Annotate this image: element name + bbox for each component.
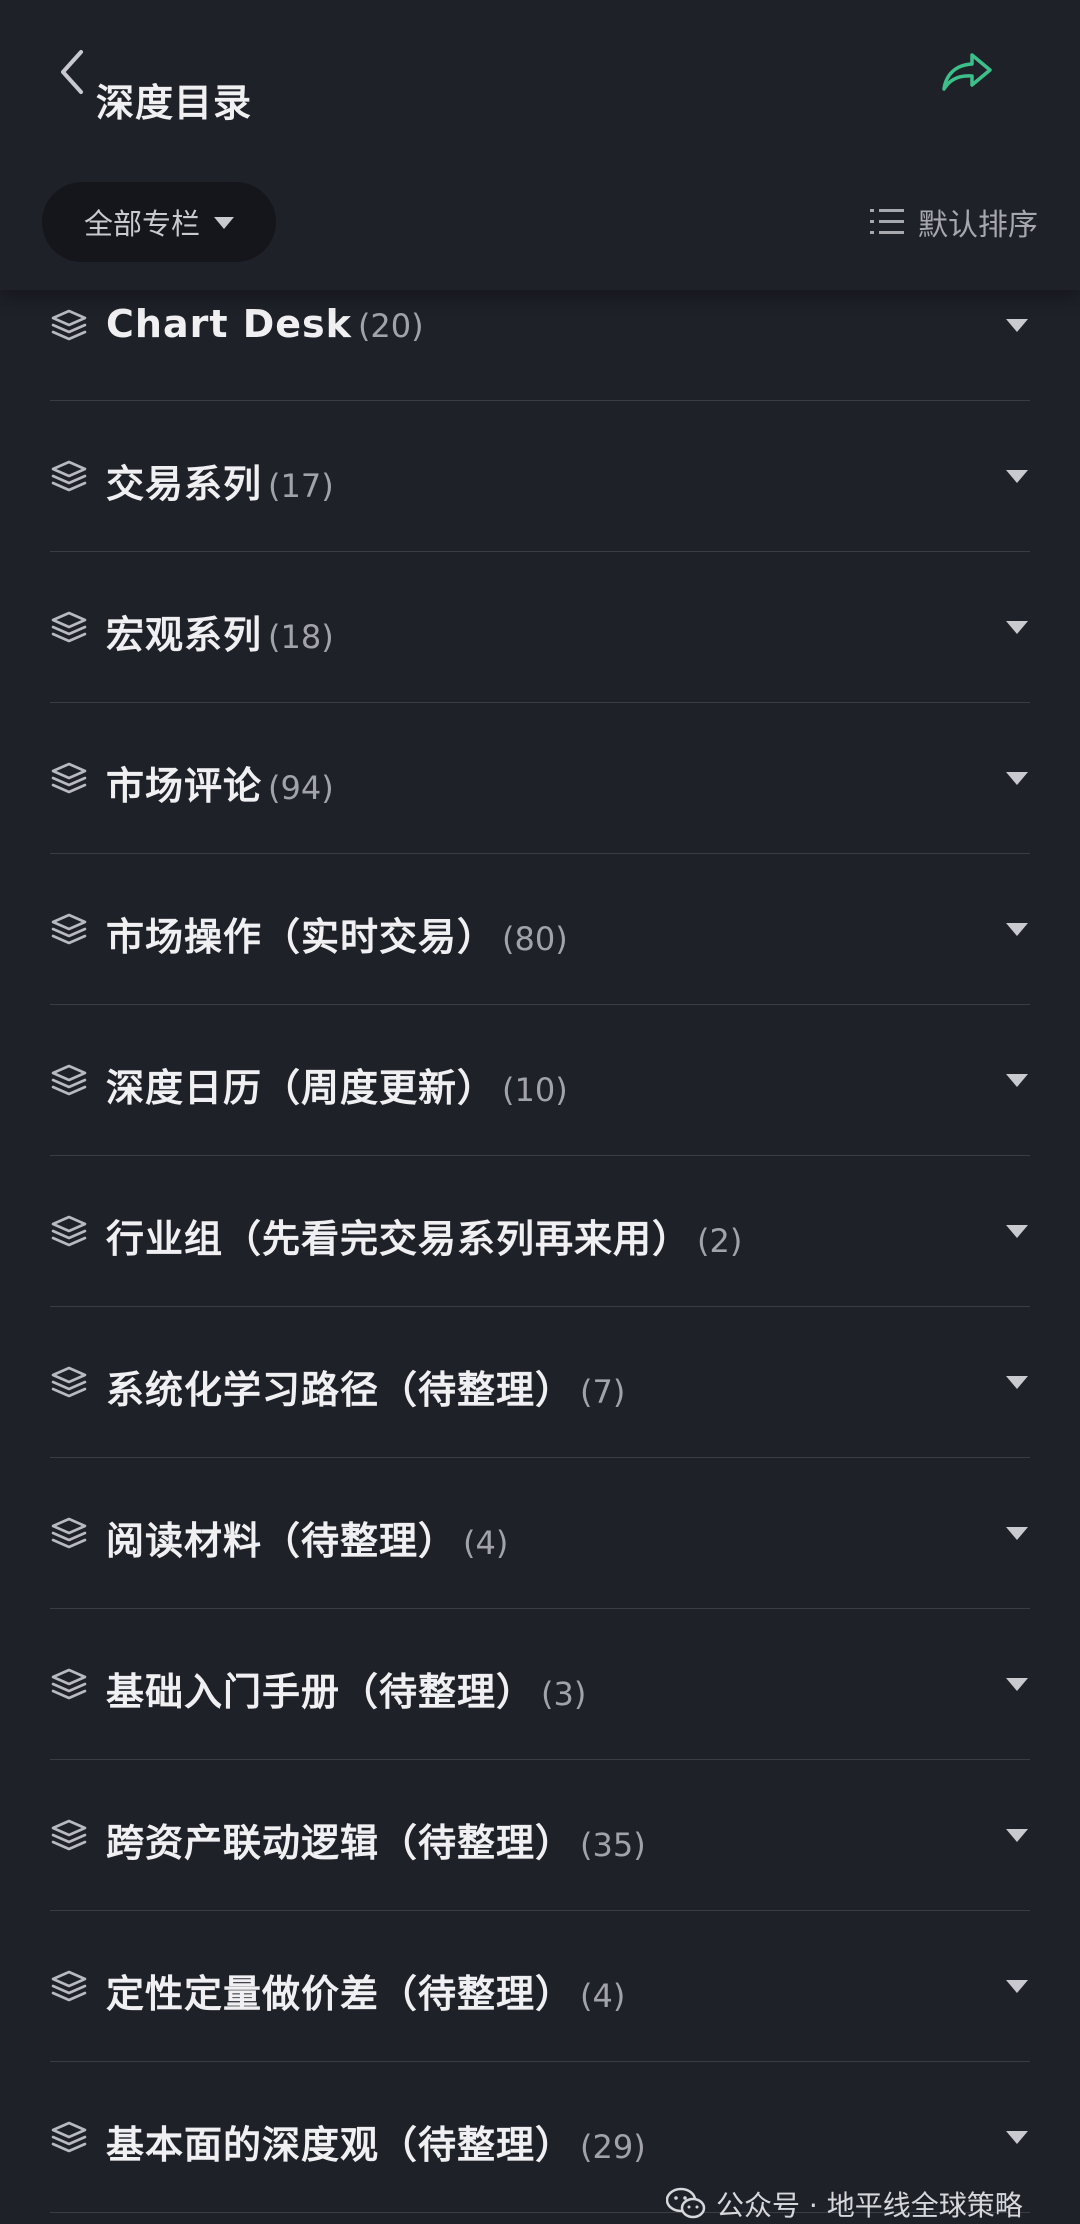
list-item-title: 系统化学习路径（待整理） (7) bbox=[106, 1359, 625, 1414]
expand-caret-icon[interactable] bbox=[1006, 1678, 1028, 1691]
layers-icon bbox=[51, 1668, 87, 1700]
expand-caret-icon[interactable] bbox=[1006, 2131, 1028, 2144]
list-item[interactable]: 市场评论 (94) bbox=[0, 703, 1080, 854]
watermark-text: 公众号 · 地平线全球策略 bbox=[716, 2189, 1023, 2222]
list-item-count: (7) bbox=[580, 1373, 626, 1411]
wechat-icon bbox=[666, 2187, 706, 2219]
layers-icon bbox=[51, 1819, 87, 1851]
share-arrow-icon bbox=[942, 53, 992, 91]
chevron-left-icon bbox=[61, 50, 83, 94]
list-item[interactable]: 阅读材料（待整理） (4) bbox=[0, 1458, 1080, 1609]
list-item-label: 定性定量做价差（待整理） bbox=[106, 1972, 575, 2016]
list-item-count: (94) bbox=[268, 769, 334, 807]
expand-caret-icon[interactable] bbox=[1006, 1829, 1028, 1842]
column-filter-dropdown[interactable]: 全部专栏 bbox=[42, 182, 276, 262]
watermark: 公众号 · 地平线全球策略 bbox=[666, 2184, 1023, 2224]
list-item-count: (4) bbox=[463, 1524, 509, 1562]
list-sort-icon bbox=[870, 209, 904, 234]
list-item-count: (2) bbox=[697, 1222, 743, 1260]
list-item-count: (17) bbox=[268, 467, 334, 505]
expand-caret-icon[interactable] bbox=[1006, 1225, 1028, 1238]
list-item[interactable]: 系统化学习路径（待整理） (7) bbox=[0, 1307, 1080, 1458]
layers-icon bbox=[51, 1366, 87, 1398]
list-item-count: (35) bbox=[580, 1826, 646, 1864]
list-item[interactable]: 交易系列 (17) bbox=[0, 401, 1080, 552]
filter-label: 全部专栏 bbox=[83, 207, 200, 241]
list-item[interactable]: 深度日历（周度更新） (10) bbox=[0, 1005, 1080, 1156]
layers-icon bbox=[51, 1064, 87, 1096]
list-item-title: 市场操作（实时交易） (80) bbox=[106, 906, 568, 961]
list-item-label: 行业组（先看完交易系列再来用） bbox=[106, 1217, 692, 1261]
page-title: 深度目录 bbox=[96, 81, 253, 125]
top-bar: 深度目录 全部专栏 默认排序 bbox=[0, 0, 1080, 290]
list-item-title: 基础入门手册（待整理） (3) bbox=[106, 1661, 586, 1716]
list-item[interactable]: 市场操作（实时交易） (80) bbox=[0, 854, 1080, 1005]
list-item-count: (29) bbox=[580, 2128, 646, 2166]
list-item-title: 跨资产联动逻辑（待整理） (35) bbox=[106, 1812, 646, 1867]
list-item-title: 深度日历（周度更新） (10) bbox=[106, 1057, 568, 1112]
list-item-count: (18) bbox=[268, 618, 334, 656]
list-item[interactable]: 行业组（先看完交易系列再来用） (2) bbox=[0, 1156, 1080, 1307]
list-item-label: 系统化学习路径（待整理） bbox=[106, 1368, 575, 1412]
list-item-title: 市场评论 (94) bbox=[106, 755, 334, 810]
list-item-title: Chart Desk (20) bbox=[106, 302, 424, 346]
expand-caret-icon[interactable] bbox=[1006, 621, 1028, 634]
expand-caret-icon[interactable] bbox=[1006, 772, 1028, 785]
list-item-label: 市场评论 bbox=[106, 764, 263, 808]
list-item-title: 基本面的深度观（待整理） (29) bbox=[106, 2114, 646, 2169]
layers-icon bbox=[51, 913, 87, 945]
list-item-title: 行业组（先看完交易系列再来用） (2) bbox=[106, 1208, 742, 1263]
back-button[interactable] bbox=[48, 42, 96, 102]
expand-caret-icon[interactable] bbox=[1006, 1074, 1028, 1087]
layers-icon bbox=[51, 611, 87, 643]
sort-label: 默认排序 bbox=[918, 208, 1038, 243]
list-item-count: (3) bbox=[541, 1675, 587, 1713]
list-item-label: 基础入门手册（待整理） bbox=[106, 1670, 536, 1714]
share-button[interactable] bbox=[935, 44, 999, 100]
expand-caret-icon[interactable] bbox=[1006, 1376, 1028, 1389]
expand-caret-icon[interactable] bbox=[1006, 923, 1028, 936]
layers-icon bbox=[51, 762, 87, 794]
list-item-label: 交易系列 bbox=[106, 462, 263, 506]
list-item[interactable]: 跨资产联动逻辑（待整理） (35) bbox=[0, 1760, 1080, 1911]
layers-icon bbox=[51, 2121, 87, 2153]
sort-button[interactable]: 默认排序 bbox=[870, 200, 1038, 244]
list-item-label: 基本面的深度观（待整理） bbox=[106, 2123, 575, 2167]
layers-icon bbox=[51, 1517, 87, 1549]
layers-icon bbox=[51, 1970, 87, 2002]
list-item-label: 市场操作（实时交易） bbox=[106, 915, 497, 959]
list-item-count: (10) bbox=[502, 1071, 568, 1109]
layers-icon bbox=[51, 309, 87, 341]
list-item-label: 深度日历（周度更新） bbox=[106, 1066, 497, 1110]
layers-icon bbox=[51, 1215, 87, 1247]
list-item[interactable]: 宏观系列 (18) bbox=[0, 552, 1080, 703]
list-item-title: 定性定量做价差（待整理） (4) bbox=[106, 1963, 625, 2018]
list-item-count: (4) bbox=[580, 1977, 626, 2015]
list-item-label: 宏观系列 bbox=[106, 613, 263, 657]
list-item[interactable]: 基础入门手册（待整理） (3) bbox=[0, 1609, 1080, 1760]
list-item[interactable]: 定性定量做价差（待整理） (4) bbox=[0, 1911, 1080, 2062]
expand-caret-icon[interactable] bbox=[1006, 470, 1028, 483]
expand-caret-icon[interactable] bbox=[1006, 319, 1028, 332]
layers-icon bbox=[51, 460, 87, 492]
list-item-count: (80) bbox=[502, 920, 568, 958]
list-item-title: 阅读材料（待整理） (4) bbox=[106, 1510, 508, 1565]
list-item-label: 跨资产联动逻辑（待整理） bbox=[106, 1821, 575, 1865]
list-item-title: 宏观系列 (18) bbox=[106, 604, 334, 659]
list-item-count: (20) bbox=[357, 307, 424, 345]
caret-down-icon bbox=[214, 217, 234, 229]
expand-caret-icon[interactable] bbox=[1006, 1980, 1028, 1993]
expand-caret-icon[interactable] bbox=[1006, 1527, 1028, 1540]
list-item-title: 交易系列 (17) bbox=[106, 453, 334, 508]
list-item-label: 阅读材料（待整理） bbox=[106, 1519, 458, 1563]
list-item-label: Chart Desk bbox=[106, 302, 352, 346]
